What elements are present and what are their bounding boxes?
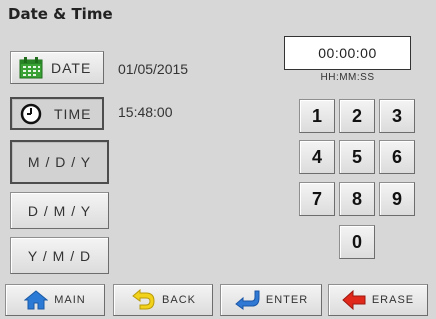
- time-entry-value: 00:00:00: [318, 45, 377, 61]
- dmy-format-button[interactable]: D / M / Y: [10, 192, 109, 229]
- erase-button[interactable]: ERASE: [328, 284, 428, 316]
- time-entry-display[interactable]: 00:00:00: [284, 36, 411, 70]
- key-1[interactable]: 1: [299, 99, 335, 133]
- enter-button-label: ENTER: [265, 294, 309, 306]
- calendar-icon: [19, 56, 43, 79]
- back-arrow-icon: [130, 289, 156, 311]
- mdy-format-button[interactable]: M / D / Y: [10, 140, 109, 184]
- erase-arrow-icon: [342, 289, 366, 311]
- mdy-format-label: M / D / Y: [27, 154, 92, 170]
- clock-icon: [20, 103, 42, 125]
- time-button-label: TIME: [54, 105, 92, 122]
- date-button[interactable]: DATE: [10, 51, 104, 84]
- date-button-label: DATE: [51, 59, 92, 76]
- page-title: Date & Time: [8, 5, 113, 23]
- key-5[interactable]: 5: [339, 140, 375, 174]
- key-0[interactable]: 0: [339, 225, 375, 259]
- key-6[interactable]: 6: [379, 140, 415, 174]
- key-2[interactable]: 2: [339, 99, 375, 133]
- main-button[interactable]: MAIN: [5, 284, 105, 316]
- back-button[interactable]: BACK: [113, 284, 213, 316]
- key-7[interactable]: 7: [299, 182, 335, 216]
- enter-arrow-icon: [234, 289, 260, 311]
- dmy-format-label: D / M / Y: [27, 202, 92, 219]
- key-8[interactable]: 8: [339, 182, 375, 216]
- key-4[interactable]: 4: [299, 140, 335, 174]
- main-button-label: MAIN: [54, 294, 86, 306]
- ymd-format-label: Y / M / D: [27, 247, 92, 264]
- key-9[interactable]: 9: [379, 182, 415, 216]
- key-3[interactable]: 3: [379, 99, 415, 133]
- date-value: 01/05/2015: [118, 61, 189, 77]
- enter-button[interactable]: ENTER: [220, 284, 322, 316]
- ymd-format-button[interactable]: Y / M / D: [10, 237, 109, 274]
- time-format-hint: HH:MM:SS: [320, 72, 375, 83]
- back-button-label: BACK: [162, 294, 196, 306]
- time-value: 15:48:00: [118, 104, 173, 120]
- erase-button-label: ERASE: [371, 294, 415, 306]
- time-button[interactable]: TIME: [10, 97, 104, 130]
- home-icon: [24, 289, 49, 311]
